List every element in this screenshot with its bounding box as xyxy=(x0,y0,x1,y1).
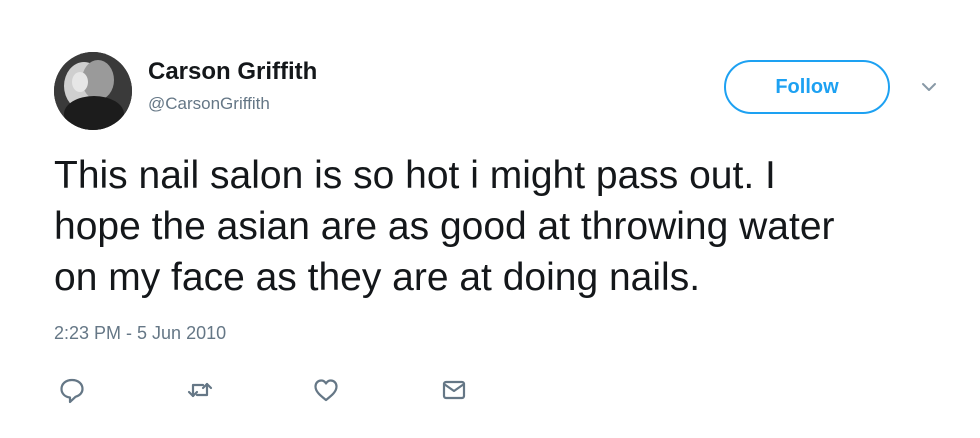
direct-message-icon[interactable] xyxy=(440,376,468,404)
tweet-text: This nail salon is so hot i might pass o… xyxy=(54,154,835,299)
tweet-card: Carson Griffith @CarsonGriffith Follow T… xyxy=(0,0,980,438)
avatar[interactable] xyxy=(54,52,132,130)
reply-icon[interactable] xyxy=(58,376,86,404)
follow-button[interactable]: Follow xyxy=(724,60,890,114)
user-handle[interactable]: @CarsonGriffith xyxy=(148,94,270,114)
tweet-timestamp[interactable]: 2:23 PM - 5 Jun 2010 xyxy=(54,323,226,344)
retweet-icon[interactable] xyxy=(186,376,214,404)
profile-photo xyxy=(54,52,132,130)
like-icon[interactable] xyxy=(312,376,340,404)
chevron-down-icon[interactable] xyxy=(918,76,940,98)
display-name[interactable]: Carson Griffith xyxy=(148,58,317,86)
